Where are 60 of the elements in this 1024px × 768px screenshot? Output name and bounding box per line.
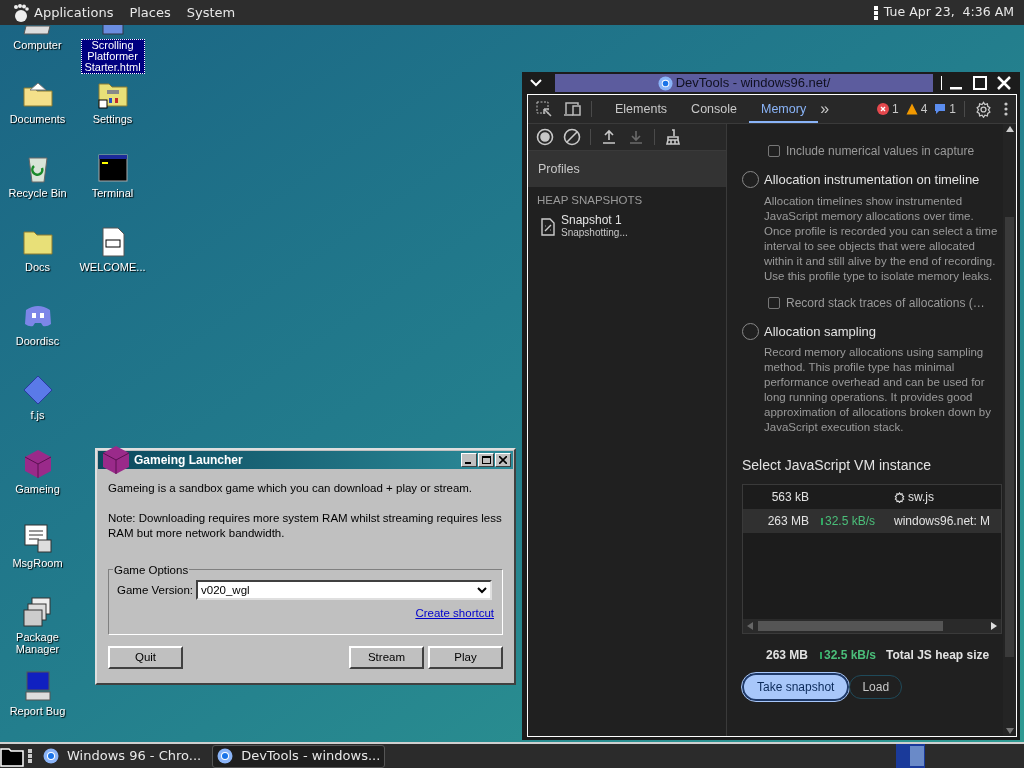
panel-tab[interactable]: Elements <box>603 95 680 123</box>
table-cell-text: 32.5 kB/s <box>825 513 876 530</box>
window-title: Gameing Launcher <box>134 452 243 469</box>
desktop-icon-label[interactable]: Gameing <box>15 483 60 495</box>
dialog-button[interactable]: Quit <box>108 646 183 670</box>
option-description: Record memory allocations using sampling method. This profile type has minimal performance overhead and can be used for long running operations. It provides good approximation of allocations broken down by JavaScript execution stack. <box>763 345 992 435</box>
intro-text: Gameing is a sandbox game which you can download + play or stream. <box>108 481 474 496</box>
dialog-button[interactable]: Play <box>428 646 503 670</box>
more-tabs-button[interactable]: » <box>820 97 830 121</box>
desktop-icon-label[interactable]: Terminal <box>91 187 134 199</box>
snapshot-title: Snapshot 1 <box>561 214 623 228</box>
desktop-icon-label[interactable]: Docs <box>24 261 51 273</box>
checkbox-label: Record stack traces of allocations (… <box>786 294 985 312</box>
taskbar-button[interactable]: DevTools - windows... <box>212 744 386 768</box>
desktop-icon-label[interactable]: f.js <box>30 409 45 421</box>
dialog-button[interactable]: Stream <box>349 646 424 670</box>
create-shortcut-link[interactable]: Create shortcut <box>415 605 494 623</box>
section-heading: Select JavaScript VM instance <box>742 456 933 475</box>
table-cell-text: 563 kB <box>770 489 809 506</box>
option-description: Allocation timelines show instrumented JavaScript memory allocations over time. Once profile is recorded you can select a time interval to see objects that were allocated within it and still alive by the end of recording. Use this profile type to isolate memory leaks. <box>763 193 999 284</box>
desktop-icon-label[interactable]: Documents <box>9 113 66 125</box>
desktop-icon-label[interactable]: WELCOME... <box>79 261 146 273</box>
total-rate: 32.5 kB/s <box>824 647 877 664</box>
snapshot-status: Snapshotting... <box>561 227 628 240</box>
table-cell-text: sw.js <box>908 489 934 506</box>
desktop-icon-label[interactable]: Package Manager <box>0 631 75 655</box>
desktop-icon-label[interactable]: Scrolling Platformer Starter.html <box>80 39 145 74</box>
clock[interactable]: Tue Apr 23, 4:36 AM <box>883 3 1014 22</box>
table-row[interactable]: 263 MB 32.5 kB/s windows96.net: M <box>743 509 1001 533</box>
snapshot-item[interactable]: Snapshot 1 Snapshotting... <box>528 214 726 240</box>
checkbox-label: Include numerical values in capture <box>786 143 975 160</box>
total-label: Total JS heap size <box>886 647 990 664</box>
note-text: Note: Downloading requires more system RAM whilst streaming requires less RAM but more network bandwidth. <box>108 511 503 542</box>
desktop-icon-label[interactable]: Doordisc <box>15 335 60 347</box>
table-cell-text: 263 MB <box>766 513 809 530</box>
issue-count[interactable]: 1 <box>949 100 956 118</box>
table-cell-text: windows96.net: M <box>894 513 991 530</box>
desktop-icon-label[interactable]: Report Bug <box>9 705 66 717</box>
field-label: Game Version: <box>117 582 195 598</box>
taskbar-button[interactable]: Windows 96 - Chro... <box>38 744 207 768</box>
sidebar-header: Profiles <box>538 160 580 178</box>
desktop-icon-label[interactable]: Recycle Bin <box>8 187 67 199</box>
desktop-icon-label[interactable]: Settings <box>92 113 133 125</box>
panel-tab[interactable]: Memory <box>749 95 819 123</box>
window-title: DevTools - windows96.net/ <box>675 74 831 93</box>
radio-label: Allocation instrumentation on timeline <box>764 171 980 189</box>
desktop-icon-label[interactable]: Computer <box>13 39 62 51</box>
issue-count[interactable]: 1 <box>891 100 899 118</box>
menu-item[interactable]: Applications <box>34 2 114 23</box>
action-button[interactable]: Take snapshot <box>742 673 850 701</box>
menu-item[interactable]: System <box>186 2 236 23</box>
section-title: HEAP SNAPSHOTS <box>536 193 644 208</box>
radio-label: Allocation sampling <box>764 322 876 341</box>
desktop-icon-label[interactable]: MsgRoom <box>12 557 63 569</box>
menu-item[interactable]: Places <box>129 2 171 23</box>
panel-tab[interactable]: Console <box>679 95 749 123</box>
version-dropdown[interactable]: v020_wgl <box>196 580 492 601</box>
issue-count[interactable]: 4 <box>920 100 928 118</box>
total-size: 263 MB <box>764 647 808 664</box>
table-row[interactable]: 563 kB sw.js <box>743 485 1001 509</box>
